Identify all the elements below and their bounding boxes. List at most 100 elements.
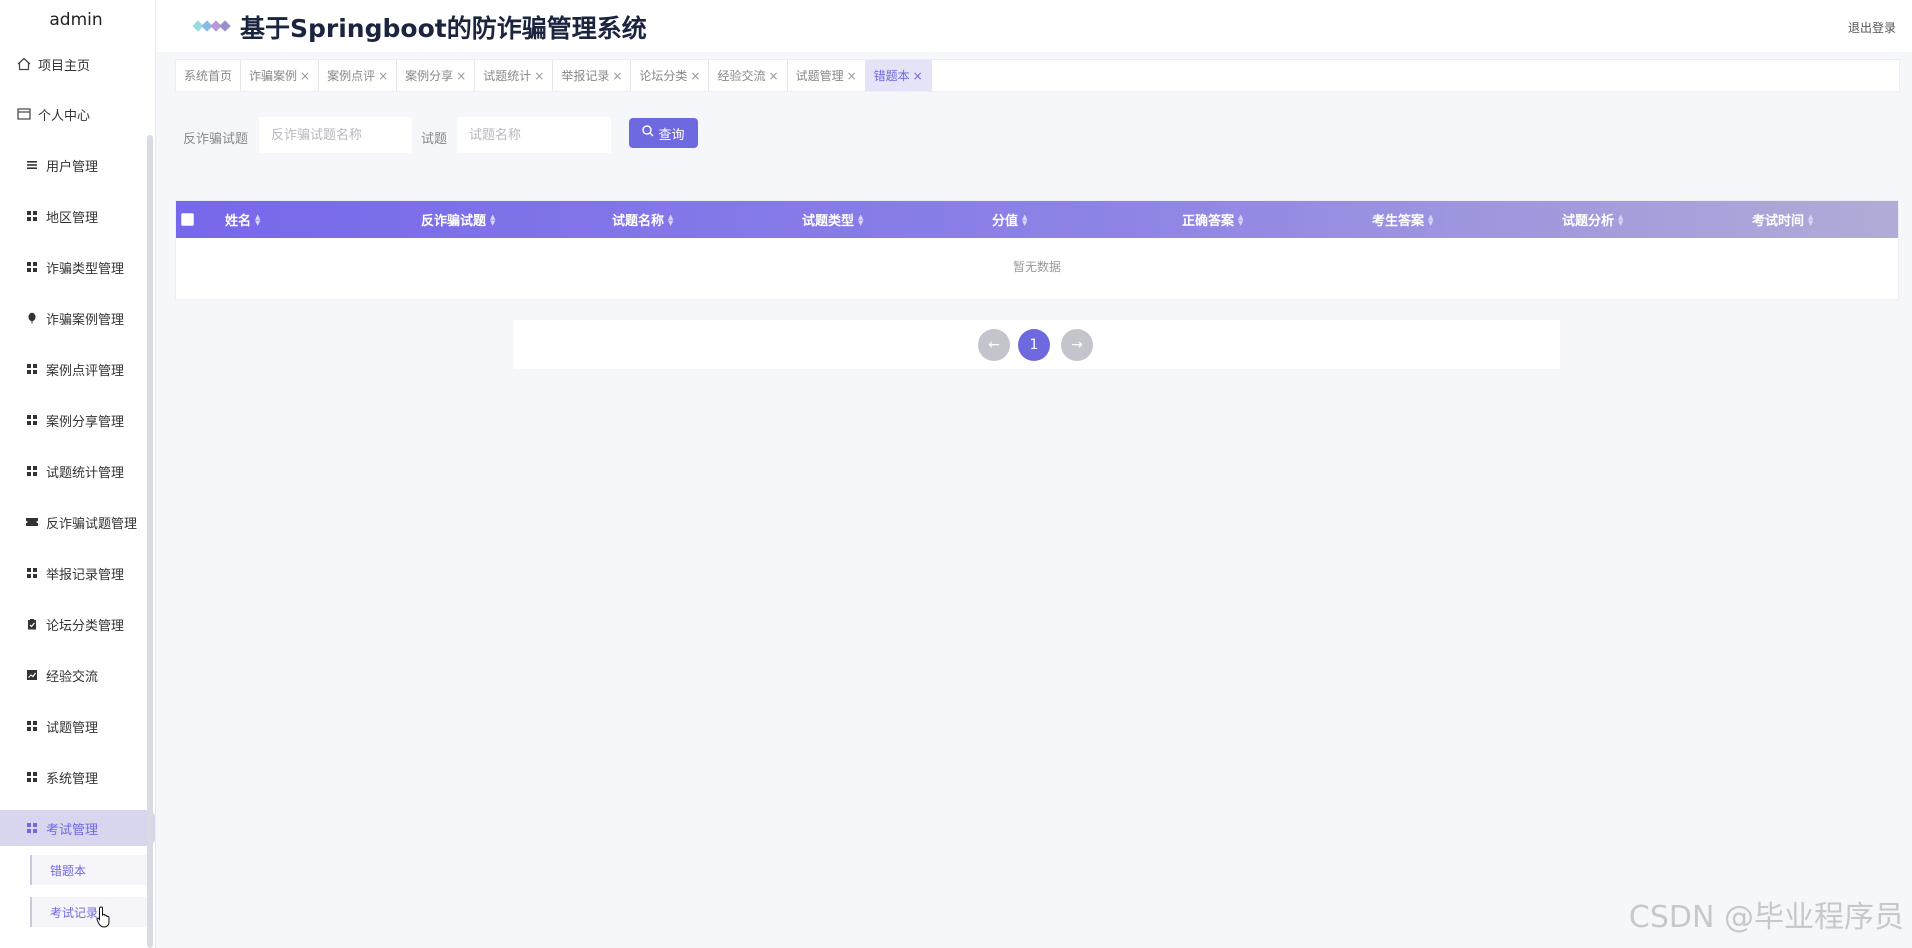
tab-5[interactable]: 举报记录 ×	[553, 60, 632, 91]
tab-4[interactable]: 试题统计 ×	[475, 60, 554, 91]
app-title: 基于Springboot的防诈骗管理系统	[240, 14, 647, 43]
tab-9[interactable]: 错题本 ×	[865, 60, 932, 91]
question-name-input[interactable]	[457, 117, 611, 153]
sort-icon[interactable]: ▲ ▼	[1238, 213, 1243, 226]
tab-1[interactable]: 诈骗案例 ×	[241, 60, 320, 91]
column-header-4[interactable]: 分值 ▲ ▼	[992, 201, 1027, 238]
grid-icon	[24, 208, 40, 224]
nav-project-home[interactable]: 项目主页	[0, 46, 155, 82]
nav-label: 项目主页	[38, 58, 91, 74]
sidebar-item-label: 试题管理	[46, 720, 99, 736]
column-header-7[interactable]: 试题分析 ▲ ▼	[1562, 201, 1623, 238]
close-icon[interactable]: ×	[690, 69, 700, 83]
page-1-button[interactable]: 1	[1018, 329, 1050, 361]
search-label-question: 试题	[421, 132, 448, 147]
sub-item-exam-records[interactable]: 考试记录	[30, 897, 152, 927]
sidebar-item-3[interactable]: 诈骗案例管理	[0, 300, 155, 336]
sidebar-item-label: 经验交流	[46, 669, 99, 685]
sidebar-item-2[interactable]: 诈骗类型管理	[0, 249, 155, 285]
column-header-6[interactable]: 考生答案 ▲ ▼	[1372, 201, 1433, 238]
close-icon[interactable]: ×	[534, 69, 544, 83]
close-icon[interactable]: ×	[612, 69, 622, 83]
sort-icon[interactable]: ▲ ▼	[668, 213, 673, 226]
sort-icon[interactable]: ▲ ▼	[1808, 213, 1813, 226]
next-page-button[interactable]: →	[1061, 329, 1093, 361]
sidebar-scrollbar[interactable]	[147, 135, 153, 948]
tab-bar: 系统首页 诈骗案例 × 案例点评 × 案例分享 × 试题统计 × 举报记录 × 论坛分类 × 经验交流 × 试…	[175, 59, 1900, 92]
sidebar-item-12[interactable]: 系统管理	[0, 759, 155, 795]
sort-icon[interactable]: ▲ ▼	[255, 213, 260, 226]
empty-text: 暂无数据	[1012, 260, 1061, 274]
sort-icon[interactable]: ▲ ▼	[490, 213, 495, 226]
column-header-label: 试题类型	[802, 214, 855, 229]
search-icon	[642, 125, 654, 141]
sort-icon[interactable]: ▲ ▼	[1618, 213, 1623, 226]
sort-icon[interactable]: ▲ ▼	[858, 213, 863, 226]
column-header-8[interactable]: 考试时间 ▲ ▼	[1752, 201, 1813, 238]
tab-label: 错题本	[873, 69, 910, 83]
sidebar-item-5[interactable]: 案例分享管理	[0, 402, 155, 438]
sub-item-wrong-questions[interactable]: 错题本	[30, 855, 152, 885]
select-all-checkbox[interactable]	[181, 213, 194, 226]
home-icon	[16, 56, 32, 72]
tab-label: 举报记录	[561, 69, 610, 83]
tab-label: 试题管理	[795, 69, 844, 83]
data-table: 姓名 ▲ ▼ 反诈骗试题 ▲ ▼ 试题名称 ▲ ▼ 试题类型 ▲ ▼ 分值 ▲ ▼ 正确答案 ▲ ▼ 考生答案 ▲ ▼ 试…	[175, 200, 1899, 300]
sidebar-item-label: 用户管理	[46, 159, 99, 175]
sidebar-item-7[interactable]: 反诈骗试题管理	[0, 504, 155, 540]
query-button[interactable]: 查询	[629, 118, 698, 148]
close-icon[interactable]: ×	[913, 69, 923, 83]
sidebar-item-6[interactable]: 试题统计管理	[0, 453, 155, 489]
close-icon[interactable]: ×	[300, 69, 310, 83]
sort-icon[interactable]: ▲ ▼	[1428, 213, 1433, 226]
sidebar-item-11[interactable]: 试题管理	[0, 708, 155, 744]
sidebar-item-label: 系统管理	[46, 771, 99, 787]
sidebar-item-8[interactable]: 举报记录管理	[0, 555, 155, 591]
sidebar-item-13[interactable]: 考试管理	[0, 810, 155, 846]
sidebar-item-label: 反诈骗试题管理	[46, 516, 138, 532]
column-header-0[interactable]: 姓名 ▲ ▼	[225, 201, 260, 238]
tab-7[interactable]: 经验交流 ×	[709, 60, 788, 91]
watermark: CSDN @毕业程序员	[1628, 900, 1904, 935]
sidebar-item-10[interactable]: 经验交流	[0, 657, 155, 693]
pagination: ← 1 →	[514, 320, 1560, 369]
column-header-2[interactable]: 试题名称 ▲ ▼	[612, 201, 673, 238]
tab-6[interactable]: 论坛分类 ×	[631, 60, 710, 91]
close-icon[interactable]: ×	[456, 69, 466, 83]
column-header-3[interactable]: 试题类型 ▲ ▼	[802, 201, 863, 238]
table-header: 姓名 ▲ ▼ 反诈骗试题 ▲ ▼ 试题名称 ▲ ▼ 试题类型 ▲ ▼ 分值 ▲ ▼ 正确答案 ▲ ▼ 考生答案 ▲ ▼ 试…	[176, 201, 1898, 238]
nav-label: 个人中心	[38, 108, 91, 124]
column-header-label: 姓名	[225, 214, 252, 229]
close-icon[interactable]: ×	[378, 69, 388, 83]
tab-3[interactable]: 案例分享 ×	[397, 60, 476, 91]
tab-label: 论坛分类	[639, 69, 688, 83]
sidebar-item-0[interactable]: 用户管理	[0, 147, 155, 183]
close-icon[interactable]: ×	[847, 69, 857, 83]
header: 基于Springboot的防诈骗管理系统 退出登录	[156, 0, 1912, 52]
sidebar-item-label: 诈骗类型管理	[46, 261, 125, 277]
sidebar-item-label: 案例分享管理	[46, 414, 125, 430]
grid-icon	[24, 361, 40, 377]
tab-0[interactable]: 系统首页	[176, 60, 242, 91]
tab-8[interactable]: 试题管理 ×	[788, 60, 866, 91]
grid-icon	[24, 820, 40, 836]
hand-cursor-icon	[96, 906, 110, 928]
tab-2[interactable]: 案例点评 ×	[319, 60, 398, 91]
search-label-anti-fraud: 反诈骗试题	[183, 132, 249, 147]
sidebar-item-4[interactable]: 案例点评管理	[0, 351, 155, 387]
sidebar-item-9[interactable]: 论坛分类管理	[0, 606, 155, 642]
sidebar-item-1[interactable]: 地区管理	[0, 198, 155, 234]
column-header-1[interactable]: 反诈骗试题 ▲ ▼	[421, 201, 495, 238]
tab-label: 系统首页	[184, 69, 233, 83]
grid-icon	[24, 769, 40, 785]
prev-page-button[interactable]: ←	[978, 329, 1010, 361]
chart-icon	[24, 667, 40, 683]
nav-personal-center[interactable]: 个人中心	[0, 96, 155, 132]
column-header-5[interactable]: 正确答案 ▲ ▼	[1182, 201, 1243, 238]
column-header-label: 反诈骗试题	[421, 214, 487, 229]
sort-icon[interactable]: ▲ ▼	[1022, 213, 1027, 226]
close-icon[interactable]: ×	[769, 69, 779, 83]
anti-fraud-question-input[interactable]	[259, 117, 412, 153]
balloon-icon	[24, 310, 40, 326]
logout-button[interactable]: 退出登录	[1848, 19, 1896, 36]
